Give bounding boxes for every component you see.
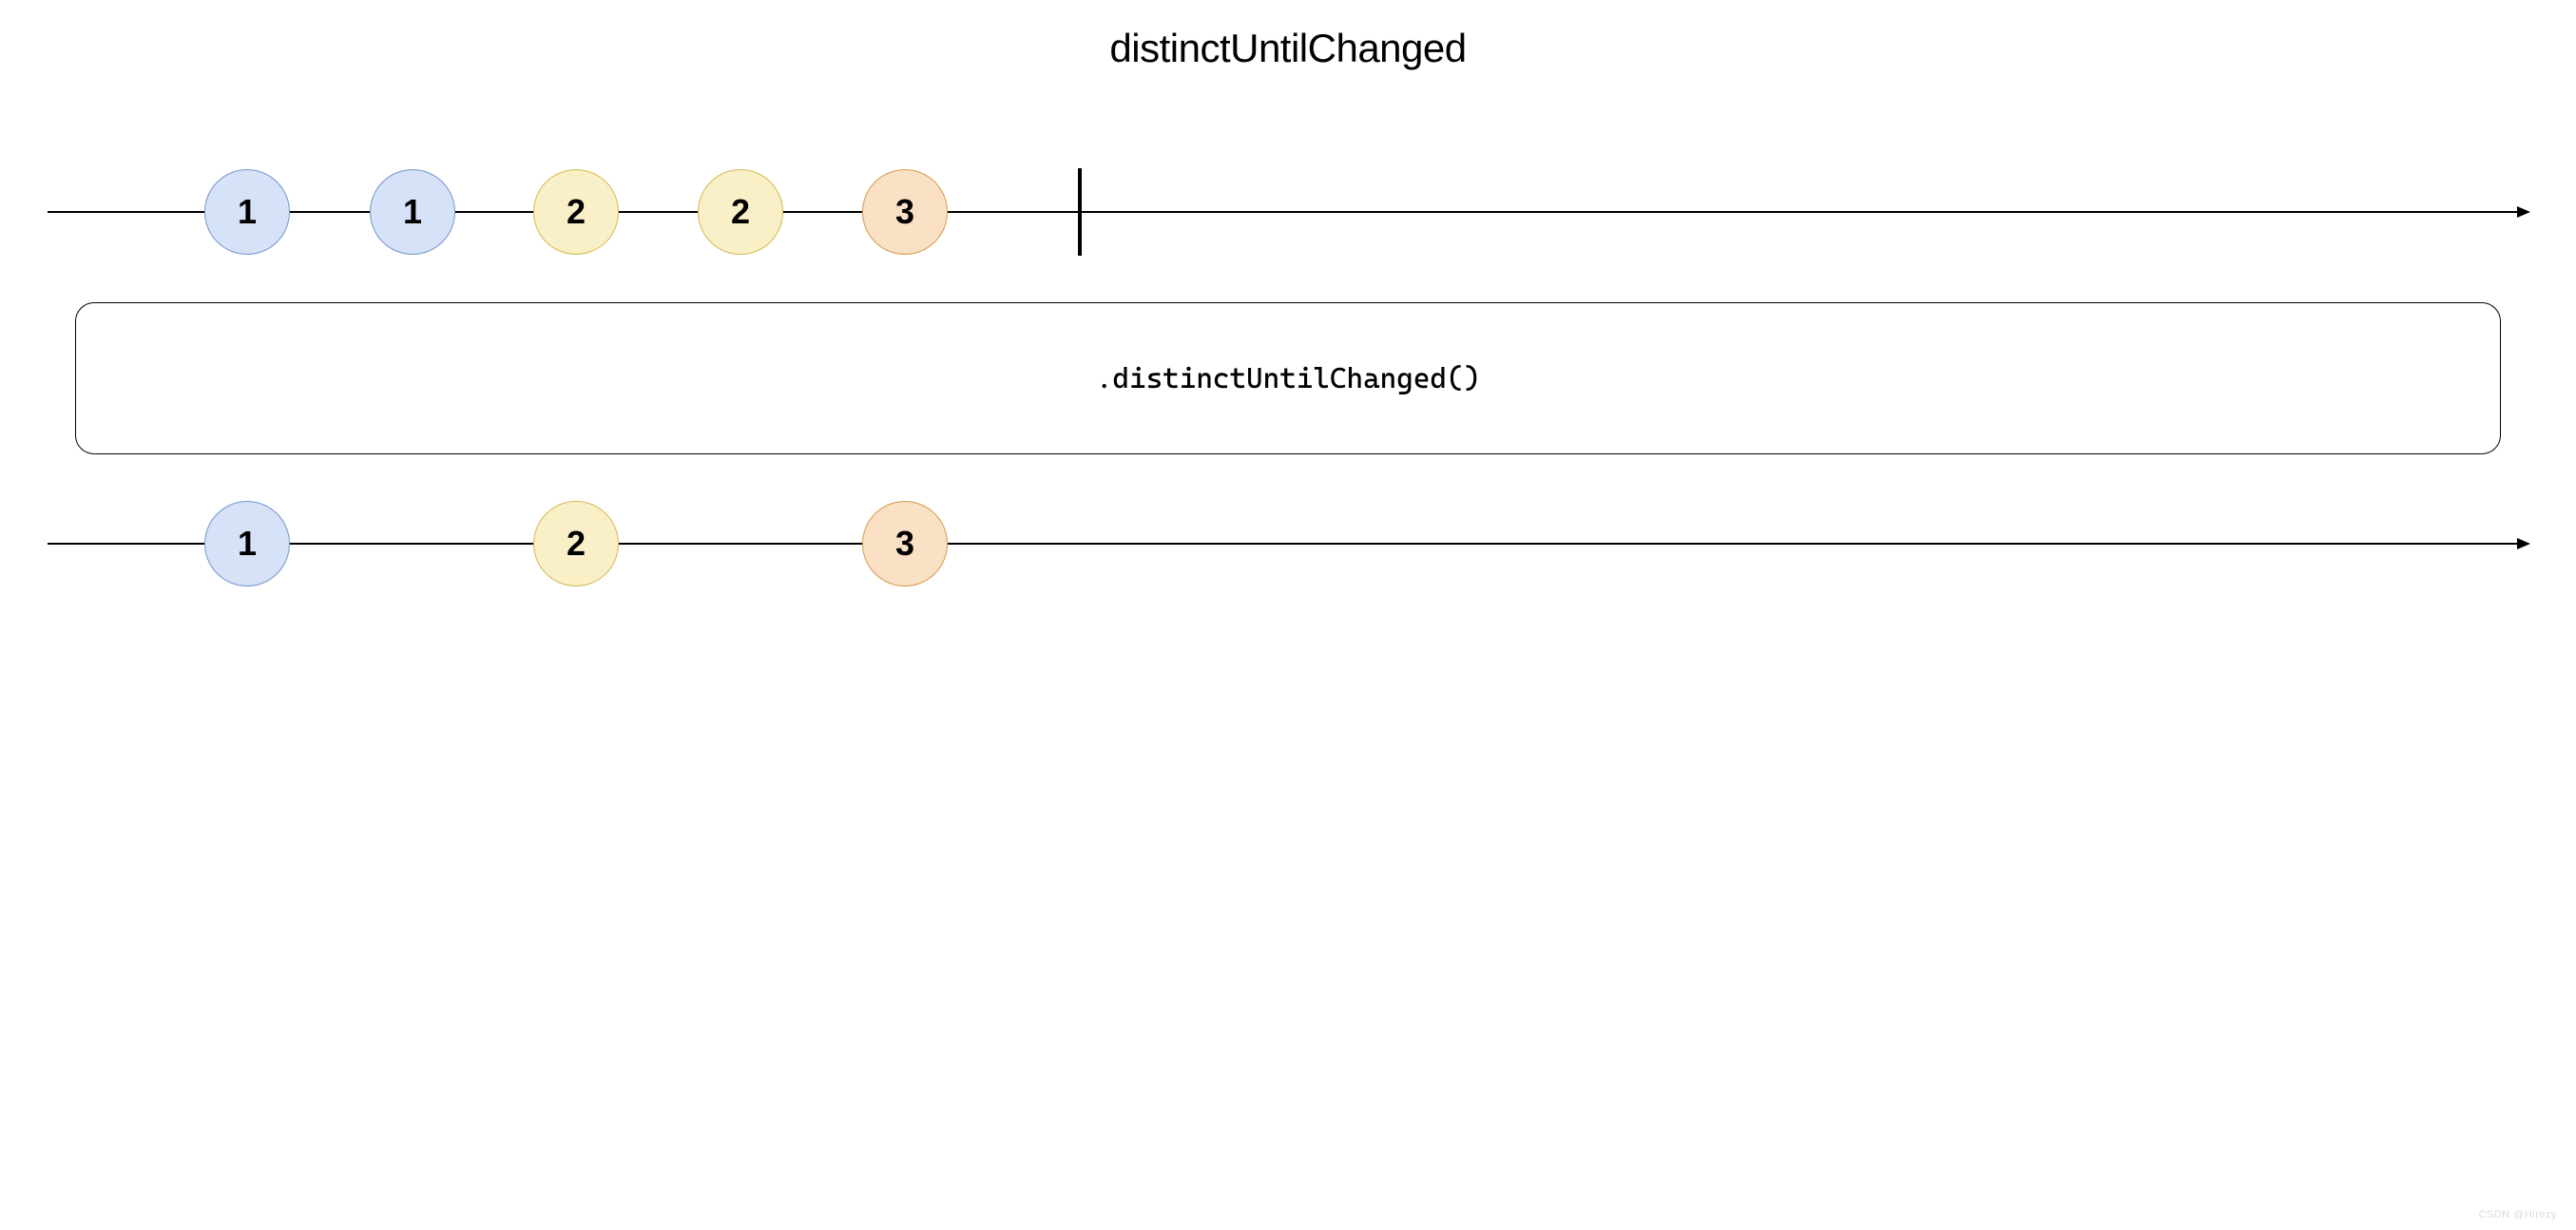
marble-1: 1	[370, 169, 455, 255]
diagram-title: distinctUntilChanged	[1109, 26, 1466, 71]
marble-1: 1	[204, 501, 290, 586]
watermark-text: CSDN @Hirezy	[2478, 1209, 2557, 1220]
marble-2: 2	[533, 169, 619, 255]
output-timeline: 123	[48, 543, 2528, 545]
timeline-arrow-icon	[2517, 538, 2530, 549]
input-timeline: 11223	[48, 211, 2528, 213]
operator-label: .distinctUntilChanged()	[1096, 362, 1480, 395]
marble-3: 3	[862, 169, 948, 255]
marble-2: 2	[533, 501, 619, 586]
operator-box: .distinctUntilChanged()	[75, 302, 2501, 454]
marble-1: 1	[204, 169, 290, 255]
timeline-arrow-icon	[2517, 206, 2530, 218]
complete-marker	[1078, 168, 1082, 256]
marble-2: 2	[698, 169, 783, 255]
marble-3: 3	[862, 501, 948, 586]
